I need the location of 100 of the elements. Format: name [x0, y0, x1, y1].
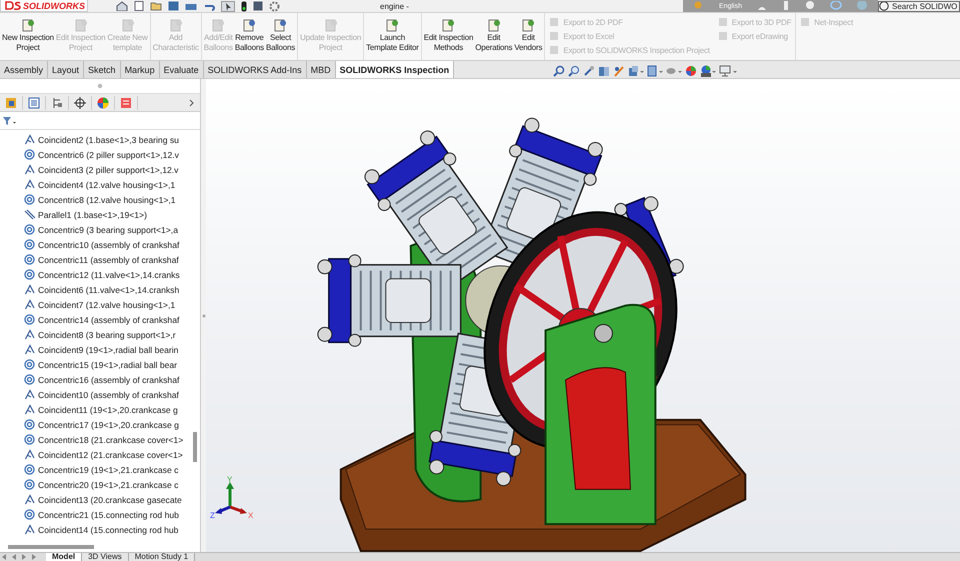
export-icon: [549, 45, 560, 55]
tree-item[interactable]: Concentric14 (assembly of crankshaf: [24, 312, 180, 327]
coincident-mate-icon: [24, 179, 35, 190]
zoom-area-icon[interactable]: [568, 65, 580, 77]
tree-item[interactable]: Concentric12 (11.valve<1>,14.cranks: [24, 267, 180, 282]
ribbon-button[interactable]: Launch Template Editor: [365, 13, 420, 60]
new-document-icon[interactable]: [134, 1, 144, 11]
tree-item[interactable]: Concentric16 (assembly of crankshaf: [24, 372, 180, 387]
view-orientation-icon[interactable]: [628, 65, 644, 77]
concentric-mate-icon: [24, 254, 35, 265]
command-icon: [521, 19, 536, 32]
ribbon-button[interactable]: Edit Inspection Methods: [422, 13, 474, 60]
tree-item[interactable]: Coincident2 (1.base<1>,3 bearing su: [24, 132, 179, 147]
command-tab[interactable]: SOLIDWORKS Add-Ins: [204, 61, 307, 78]
concentric-mate-icon: [24, 509, 35, 520]
tree-item[interactable]: Coincident4 (12.valve housing<1>,1: [24, 177, 176, 192]
command-icon: [486, 19, 501, 32]
tree-item[interactable]: Concentric8 (12.valve housing<1>,1: [24, 192, 176, 207]
concentric-mate-icon: [24, 269, 35, 280]
command-icon: [74, 19, 88, 32]
open-folder-icon[interactable]: [150, 1, 162, 11]
command-tab[interactable]: Sketch: [84, 61, 121, 78]
scrollbar-thumb[interactable]: [8, 545, 94, 549]
monitor-icon[interactable]: [719, 65, 737, 77]
select-icon[interactable]: [221, 0, 235, 12]
tree-item[interactable]: Concentric10 (assembly of crankshaf: [24, 237, 180, 252]
ribbon-button[interactable]: Edit Operations: [474, 13, 514, 60]
tree-item[interactable]: Concentric17 (19<1>,20.crankcase g: [24, 417, 179, 432]
coincident-mate-icon: [24, 299, 35, 310]
tree-item[interactable]: Coincident13 (20.crankcase gasecate: [24, 492, 182, 507]
ds-logo-icon: [5, 1, 21, 10]
command-tab[interactable]: Layout: [48, 61, 84, 78]
tree-item[interactable]: Concentric19 (19<1>,21.crankcase c: [24, 462, 178, 477]
tree-item[interactable]: Coincident7 (12.valve housing<1>,1: [24, 297, 176, 312]
command-icon: [168, 19, 183, 32]
tree-item[interactable]: Parallel1 (1.base<1>,19<1>): [24, 207, 147, 222]
concentric-mate-icon: [24, 419, 35, 430]
ribbon-button[interactable]: Remove Balloons: [234, 13, 265, 60]
tree-item[interactable]: Coincident6 (11.valve<1>,14.cranksh: [24, 282, 180, 297]
coincident-mate-icon: [24, 494, 35, 505]
command-icon: [324, 19, 338, 32]
tree-item[interactable]: Concentric9 (3 bearing support<1>,a: [24, 222, 178, 237]
command-icon: [273, 19, 288, 32]
ribbon-button[interactable]: Edit Vendors: [513, 13, 544, 60]
tree-item[interactable]: Coincident11 (19<1>,20.crankcase g: [24, 402, 178, 417]
search-field[interactable]: Search SOLIDWO: [878, 0, 960, 12]
settings-icon[interactable]: [269, 0, 280, 12]
ribbon-button[interactable]: Select Balloons: [264, 13, 296, 60]
dynamic-annotation-icon[interactable]: [613, 65, 625, 77]
command-icon: [211, 19, 226, 32]
command-icon: [441, 19, 456, 32]
coincident-mate-icon: [24, 449, 35, 460]
tree-item[interactable]: Coincident8 (3 bearing support<1>,r: [24, 327, 176, 342]
chevron-right-icon[interactable]: [188, 98, 196, 108]
model-view-tab[interactable]: Model: [46, 553, 82, 561]
traffic-light-icon[interactable]: [241, 0, 247, 12]
tree-item[interactable]: Concentric18 (21.crankcase cover<1>: [24, 432, 184, 447]
command-icon: [20, 19, 35, 32]
coincident-mate-icon: [24, 329, 35, 340]
command-tab[interactable]: SOLIDWORKS Inspection: [336, 61, 454, 78]
tree-item[interactable]: Concentric20 (19<1>,21.crankcase c: [24, 477, 178, 492]
concentric-mate-icon: [24, 374, 35, 385]
tree-item[interactable]: Concentric11 (assembly of crankshaf: [24, 252, 179, 267]
export-icon: [549, 31, 560, 41]
command-tab[interactable]: Markup: [120, 61, 160, 78]
home-icon[interactable]: [116, 1, 128, 11]
tree-item[interactable]: Concentric6 (2 piller support<1>,12.v: [24, 147, 179, 162]
export-icon: [800, 17, 812, 27]
command-icon: [242, 19, 256, 32]
scrollbar-thumb[interactable]: [193, 432, 197, 462]
model-view-tab[interactable]: 3D Views: [82, 553, 129, 561]
zoom-to-fit-icon[interactable]: [553, 65, 565, 77]
filter-icon[interactable]: [2, 116, 16, 126]
coincident-mate-icon: [24, 344, 35, 355]
command-tab[interactable]: MBD: [306, 61, 336, 78]
splitter-handle-icon[interactable]: [202, 312, 206, 318]
edit-appearance-icon[interactable]: [685, 65, 697, 77]
tree-item[interactable]: Coincident12 (21.crankcase cover<1>: [24, 447, 183, 462]
display-style-icon[interactable]: [647, 65, 663, 77]
tree-item[interactable]: Concentric15 (19<1>,radial ball bear: [24, 357, 178, 372]
ribbon-button[interactable]: New Inspection Project: [1, 13, 55, 60]
tree-item[interactable]: Coincident14 (15.connecting rod hub: [24, 522, 178, 537]
command-icon: [120, 19, 135, 32]
tree-item[interactable]: Concentric21 (15.connecting rod hub: [24, 507, 179, 522]
tab-navigation-icon[interactable]: [0, 553, 38, 561]
coincident-mate-icon: [24, 404, 35, 415]
model-view-tab[interactable]: Motion Study 1: [128, 553, 196, 561]
apply-scene-icon[interactable]: [700, 65, 716, 77]
command-tab[interactable]: Assembly: [0, 61, 48, 78]
export-icon: [718, 31, 729, 41]
tree-item[interactable]: Coincident9 (19<1>,radial ball bearin: [24, 342, 178, 357]
tree-item[interactable]: Coincident10 (assembly of crankshaf: [24, 387, 179, 402]
window-title: engine -: [380, 2, 409, 10]
x-axis-label: X: [248, 511, 254, 520]
tree-item[interactable]: Coincident3 (2 piller support<1>,12.v: [24, 162, 178, 177]
previous-view-icon[interactable]: [583, 65, 595, 77]
command-tab[interactable]: Evaluate: [160, 61, 204, 78]
info-icon: [879, 2, 889, 10]
section-view-icon[interactable]: [598, 65, 610, 77]
panel-grip-icon[interactable]: [97, 83, 103, 89]
